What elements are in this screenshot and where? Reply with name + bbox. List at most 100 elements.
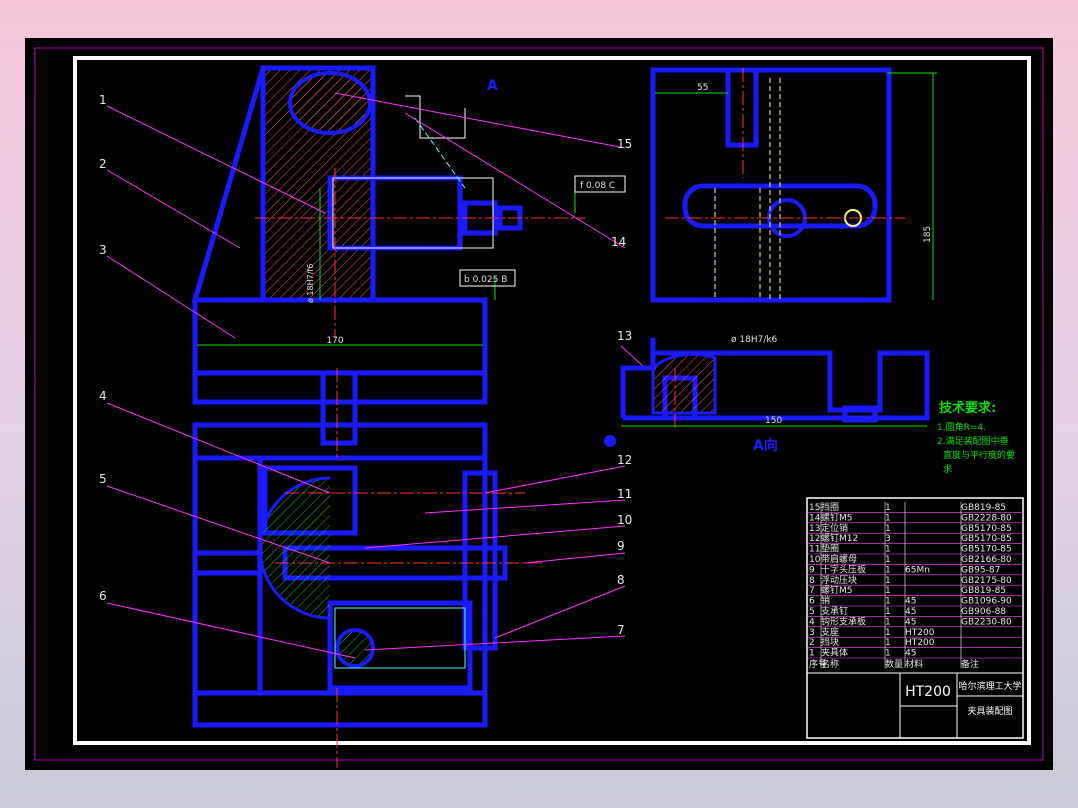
bom-cell-name: 螺钉M5 [821, 512, 853, 523]
dim-offset-top: 55 [697, 83, 708, 93]
dim-height-right: 185 [923, 226, 933, 243]
part-number-label: 13 [617, 329, 632, 343]
bom-cell-num: 7 [809, 586, 815, 596]
material-field: HT200 [905, 684, 951, 700]
drawing-name: 夹具装配图 [967, 705, 1012, 717]
bom-cell-std: GB1096-90 [961, 597, 1012, 607]
bom-cell-qty: 1 [885, 513, 891, 523]
bom-cell-name: 带肩螺母 [821, 553, 857, 565]
bom-cell-std: GB906-88 [961, 607, 1006, 617]
bom-cell-qty: 3 [885, 534, 891, 544]
bom-cell-name: 浮动压块 [821, 574, 857, 586]
part-number-label: 4 [99, 389, 107, 403]
bom-cell-num: 12 [809, 534, 820, 544]
bom-cell-std: GB2230-80 [961, 617, 1012, 627]
bom-cell-num: 14 [809, 513, 821, 523]
part-number-label: 11 [617, 487, 632, 501]
bom-cell-mat: 45 [905, 617, 916, 627]
bom-cell-num: 4 [809, 617, 815, 627]
dim-base-width: 170 [326, 336, 343, 346]
part-number-label: 12 [617, 453, 632, 467]
view-mark-a-bottom: A向 [753, 437, 778, 454]
bom-cell-qty: 1 [885, 617, 891, 627]
bom-cell-mat: HT200 [905, 628, 935, 638]
part-number-label: 1 [99, 93, 107, 107]
bom-cell-qty: 1 [885, 545, 891, 555]
bom-cell-std: GB5170-85 [961, 545, 1012, 555]
part-number-label: 14 [611, 235, 626, 249]
bom-cell-std: GB819-85 [961, 586, 1006, 596]
rib-2 [191, 67, 266, 303]
bom-cell-num: 10 [809, 555, 821, 565]
part-number-label: 15 [617, 137, 632, 151]
tech-req-line: 1.圆角R=4. [937, 421, 986, 433]
hidden-lines [714, 78, 781, 300]
bom-cell-num: 5 [809, 607, 815, 617]
title-block: 15 挡圈 1 GB819-8514 螺钉M5 1 GB2228-8013 定位销 1 GB517… [806, 497, 1024, 739]
bom-cell-num: 13 [809, 524, 820, 534]
bom-cell-name: 夹具体 [821, 647, 848, 659]
cad-viewport[interactable]: 170 ø 18H7/f6 f 0.08 C b 0.025 B A 1 2 3… [25, 38, 1053, 770]
bom-cell-mat: 45 [905, 649, 916, 659]
base-block-3 [192, 297, 488, 405]
bom-cell-std: GB2175-80 [961, 576, 1012, 586]
bom-header-std: 备注 [961, 658, 979, 670]
bom-header-qty: 数量 [885, 658, 903, 670]
bom-cell-qty: 1 [885, 555, 891, 565]
drawing-canvas: 170 ø 18H7/f6 f 0.08 C b 0.025 B A 1 2 3… [34, 47, 1044, 768]
bom-cell-qty: 1 [885, 597, 891, 607]
locating-pin-13 [320, 370, 358, 446]
bom-cell-qty: 1 [885, 607, 891, 617]
bom-cell-std: GB819-85 [961, 503, 1006, 513]
part-number-label: 10 [617, 513, 632, 527]
part-number-label: 8 [617, 573, 625, 587]
bom-cell-num: 11 [809, 545, 820, 555]
part-number-label: 6 [99, 589, 107, 603]
gdt-parallelism: b 0.025 B [464, 275, 507, 285]
bom-cell-mat: 45 [905, 607, 916, 617]
bom-cell-mat: HT200 [905, 638, 935, 648]
bom-cell-num: 2 [809, 638, 815, 648]
bom-cell-std: GB2228-80 [961, 513, 1012, 523]
tech-req-line: 求 [943, 463, 952, 475]
bom-cell-qty: 1 [885, 576, 891, 586]
bom-cell-std: GB95-87 [961, 565, 1000, 575]
part-number-label: 3 [99, 243, 107, 257]
bom-cell-mat: 65Mn [905, 565, 930, 575]
bom-cell-mat: 45 [905, 597, 916, 607]
bom-cell-num: 3 [809, 628, 815, 638]
bom-cell-name: 垫圈 [821, 543, 839, 555]
bom-cell-qty: 1 [885, 503, 891, 513]
tech-req-line: 2.满足装配图中垂 [937, 435, 1009, 447]
part-number-label: 2 [99, 157, 107, 171]
bom-cell-qty: 1 [885, 565, 891, 575]
bom-header-name: 名称 [821, 658, 839, 670]
bom-cell-std: GB5170-85 [961, 524, 1012, 534]
view-mark-a: A [487, 78, 498, 94]
bom-cell-qty: 1 [885, 649, 891, 659]
bom-row: 9 十字头压板 1 65Mn GB95-87 [807, 563, 1023, 575]
dim-bore-tolerance: ø 18H7/f6 [306, 264, 315, 303]
bom-cell-name: 钩形支承板 [821, 615, 866, 627]
bom-row: 5 支承钉 1 45 GB906-88 [807, 605, 1023, 617]
front-view-lower [192, 422, 508, 728]
bom-cell-name: 十字头压板 [821, 563, 866, 575]
part-number-label: 5 [99, 472, 107, 486]
bom-cell-num: 1 [809, 649, 815, 659]
bom-cell-name: 挡块 [821, 636, 839, 648]
bom-cell-qty: 1 [885, 524, 891, 534]
bom-cell-name: 销 [821, 595, 830, 607]
bom-cell-name: 定位销 [821, 522, 848, 534]
part-number-label: 9 [617, 539, 625, 553]
section-marker [604, 435, 616, 447]
bom-cell-std: GB2166-80 [961, 555, 1012, 565]
tech-req-line: 直度与平行度的要 [943, 449, 1015, 461]
tech-req-title: 技术要求: [939, 400, 996, 416]
gdt-flatness: f 0.08 C [580, 181, 615, 191]
bom-cell-num: 9 [809, 565, 815, 575]
bom-cell-num: 6 [809, 597, 815, 607]
bom-cell-num: 8 [809, 576, 815, 586]
bom-cell-std: GB5170-85 [961, 534, 1012, 544]
part-number-label: 7 [617, 623, 625, 637]
bom-cell-name: 螺钉M5 [821, 585, 853, 596]
